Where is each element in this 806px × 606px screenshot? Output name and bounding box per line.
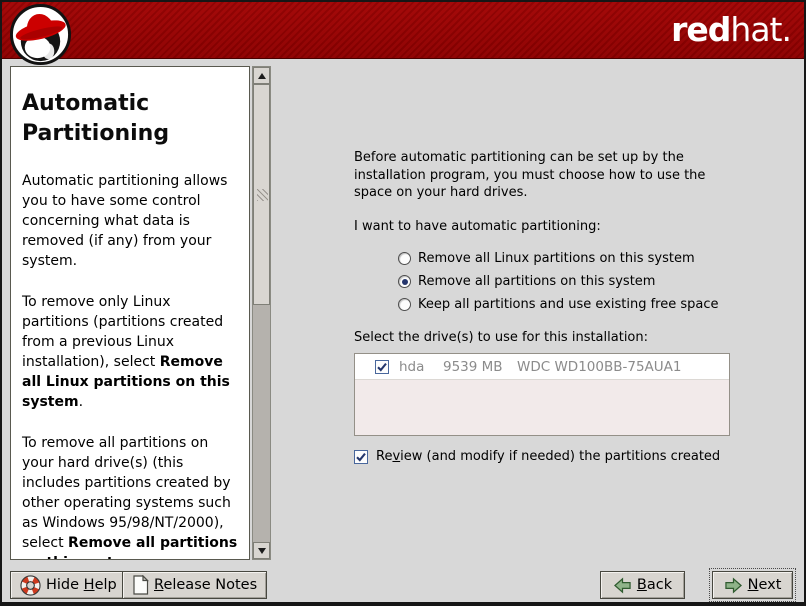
page-title: Automatic Partitioning — [22, 89, 241, 149]
header-banner: redhat. — [2, 2, 804, 59]
check-icon — [355, 451, 367, 463]
help-paragraph: Automatic partitioning allows you to hav… — [22, 171, 241, 271]
arrow-right-icon — [724, 577, 743, 594]
radio-icon[interactable] — [398, 298, 411, 311]
drives-label: Select the drive(s) to use for this inst… — [354, 330, 648, 345]
brand-rest-text: hat. — [730, 10, 791, 49]
scrollbar-grip-icon — [257, 189, 268, 201]
review-checkbox[interactable] — [354, 450, 368, 464]
radio-remove-all[interactable]: Remove all partitions on this system — [398, 271, 718, 292]
redhat-shadowman-logo — [9, 3, 72, 66]
button-label: Hide Help — [46, 577, 117, 593]
scrollbar-thumb[interactable] — [253, 84, 270, 305]
drive-model: WDC WD100BB-75AUA1 — [517, 359, 682, 375]
help-panel: Automatic Partitioning Automatic partiti… — [10, 66, 250, 560]
radio-icon[interactable] — [398, 252, 411, 265]
partitioning-prompt: I want to have automatic partitioning: — [354, 219, 601, 234]
partitioning-options: Remove all Linux partitions on this syst… — [398, 248, 718, 317]
redhat-wordmark: redhat. — [671, 11, 791, 49]
drive-listbox[interactable]: hda 9539 MB WDC WD100BB-75AUA1 — [354, 353, 730, 436]
document-icon — [132, 575, 149, 595]
brand-bold-text: red — [671, 10, 730, 49]
back-button[interactable]: Back — [600, 571, 685, 599]
help-paragraph: To remove all partitions on your hard dr… — [22, 433, 241, 560]
intro-text: Before automatic partitioning can be set… — [354, 149, 710, 202]
hide-help-button[interactable]: Hide Help — [10, 571, 127, 599]
arrow-down-icon — [258, 548, 266, 554]
scroll-down-button[interactable] — [253, 542, 270, 559]
review-option[interactable]: Review (and modify if needed) the partit… — [354, 449, 720, 464]
help-paragraph: To remove only Linux partitions (partiti… — [22, 292, 241, 412]
arrow-up-icon — [258, 73, 266, 79]
release-notes-button[interactable]: Release Notes — [122, 571, 267, 599]
button-label: Release Notes — [154, 577, 257, 593]
radio-remove-linux[interactable]: Remove all Linux partitions on this syst… — [398, 248, 718, 269]
help-scrollbar[interactable] — [252, 66, 271, 560]
drive-size: 9539 MB — [443, 359, 509, 375]
installer-window: redhat. Automatic Partitioning Automatic… — [0, 0, 806, 606]
button-label: Next — [748, 577, 782, 593]
radio-label: Remove all partitions on this system — [418, 274, 655, 289]
scroll-up-button[interactable] — [253, 67, 270, 84]
drive-checkbox[interactable] — [375, 360, 389, 374]
drive-device: hda — [399, 359, 443, 375]
review-label: Review (and modify if needed) the partit… — [376, 449, 720, 464]
radio-selected-icon[interactable] — [398, 275, 411, 288]
radio-label: Remove all Linux partitions on this syst… — [418, 251, 695, 266]
next-button[interactable]: Next — [712, 571, 793, 599]
arrow-left-icon — [613, 577, 632, 594]
button-label: Back — [637, 577, 672, 593]
life-preserver-icon — [20, 575, 41, 596]
drive-row-hda[interactable]: hda 9539 MB WDC WD100BB-75AUA1 — [355, 354, 729, 380]
radio-label: Keep all partitions and use existing fre… — [418, 297, 718, 312]
next-button-focus-ring: Next — [709, 568, 796, 602]
radio-keep-all[interactable]: Keep all partitions and use existing fre… — [398, 294, 718, 315]
check-icon — [376, 361, 388, 373]
